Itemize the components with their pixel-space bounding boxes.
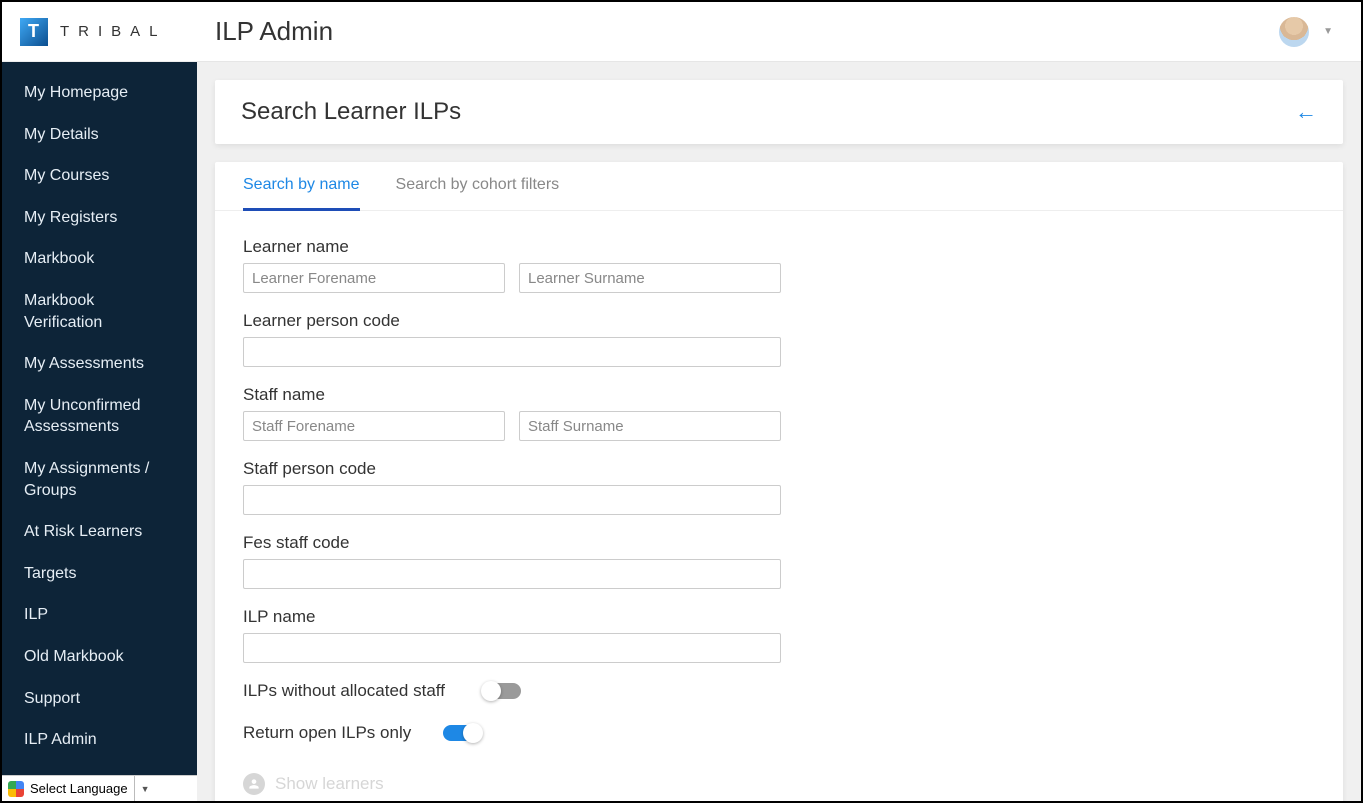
sidebar-item-my-unconfirmed-assessments[interactable]: My Unconfirmed Assessments bbox=[2, 385, 197, 448]
section-title: Search Learner ILPs bbox=[241, 98, 461, 126]
sidebar-item-support[interactable]: Support bbox=[2, 678, 197, 720]
google-translate-icon bbox=[8, 781, 24, 797]
ilp-name-label: ILP name bbox=[243, 607, 1315, 627]
language-dropdown-icon[interactable]: ▼ bbox=[134, 776, 156, 801]
return-open-only-toggle[interactable] bbox=[443, 725, 481, 741]
language-selector-label: Select Language bbox=[30, 781, 128, 796]
brand-name: TRIBAL bbox=[60, 23, 167, 40]
sidebar-item-at-risk-learners[interactable]: At Risk Learners bbox=[2, 511, 197, 553]
topbar: ILP Admin ▼ bbox=[197, 2, 1361, 62]
sidebar-item-markbook-verification[interactable]: Markbook Verification bbox=[2, 280, 197, 343]
sidebar-item-my-assessments[interactable]: My Assessments bbox=[2, 343, 197, 385]
learner-person-code-input[interactable] bbox=[243, 337, 781, 367]
tab-bar: Search by name Search by cohort filters bbox=[215, 162, 1343, 211]
language-selector[interactable]: Select Language ▼ bbox=[2, 775, 197, 801]
sidebar-item-ilp[interactable]: ILP bbox=[2, 594, 197, 636]
search-panel: Search by name Search by cohort filters … bbox=[215, 162, 1343, 801]
fes-staff-code-input[interactable] bbox=[243, 559, 781, 589]
staff-name-label: Staff name bbox=[243, 385, 1315, 405]
show-learners-button[interactable]: Show learners bbox=[243, 773, 1315, 795]
ilps-without-staff-label: ILPs without allocated staff bbox=[243, 681, 483, 701]
staff-forename-input[interactable] bbox=[243, 411, 505, 441]
brand-logo-icon: T bbox=[20, 18, 48, 46]
page-title: ILP Admin bbox=[215, 16, 333, 47]
sidebar-item-markbook[interactable]: Markbook bbox=[2, 238, 197, 280]
learner-person-code-label: Learner person code bbox=[243, 311, 1315, 331]
sidebar-item-my-courses[interactable]: My Courses bbox=[2, 155, 197, 197]
sidebar-item-ilp-admin[interactable]: ILP Admin bbox=[2, 719, 197, 761]
return-open-only-label: Return open ILPs only bbox=[243, 723, 443, 743]
avatar bbox=[1279, 17, 1309, 47]
learner-forename-input[interactable] bbox=[243, 263, 505, 293]
sidebar-item-my-assignments-groups[interactable]: My Assignments / Groups bbox=[2, 448, 197, 511]
learner-surname-input[interactable] bbox=[519, 263, 781, 293]
sidebar-item-targets[interactable]: Targets bbox=[2, 553, 197, 595]
back-arrow-icon[interactable]: ← bbox=[1295, 99, 1317, 125]
brand[interactable]: T TRIBAL bbox=[2, 2, 197, 62]
show-learners-label: Show learners bbox=[275, 774, 384, 794]
section-header-panel: Search Learner ILPs ← bbox=[215, 80, 1343, 144]
learner-name-label: Learner name bbox=[243, 237, 1315, 257]
sidebar-item-my-homepage[interactable]: My Homepage bbox=[2, 72, 197, 114]
tab-search-by-cohort-filters[interactable]: Search by cohort filters bbox=[396, 176, 560, 210]
ilps-without-staff-toggle[interactable] bbox=[483, 683, 521, 699]
fes-staff-code-label: Fes staff code bbox=[243, 533, 1315, 553]
sidebar: T TRIBAL My Homepage My Details My Cours… bbox=[2, 2, 197, 801]
sidebar-item-my-details[interactable]: My Details bbox=[2, 114, 197, 156]
sidebar-item-old-markbook[interactable]: Old Markbook bbox=[2, 636, 197, 678]
nav-list: My Homepage My Details My Courses My Reg… bbox=[2, 62, 197, 775]
ilp-name-input[interactable] bbox=[243, 633, 781, 663]
tab-search-by-name[interactable]: Search by name bbox=[243, 176, 360, 211]
user-menu[interactable]: ▼ bbox=[1279, 17, 1333, 47]
staff-person-code-label: Staff person code bbox=[243, 459, 1315, 479]
sidebar-item-my-registers[interactable]: My Registers bbox=[2, 197, 197, 239]
staff-person-code-input[interactable] bbox=[243, 485, 781, 515]
person-icon bbox=[243, 773, 265, 795]
staff-surname-input[interactable] bbox=[519, 411, 781, 441]
chevron-down-icon: ▼ bbox=[1323, 26, 1333, 37]
